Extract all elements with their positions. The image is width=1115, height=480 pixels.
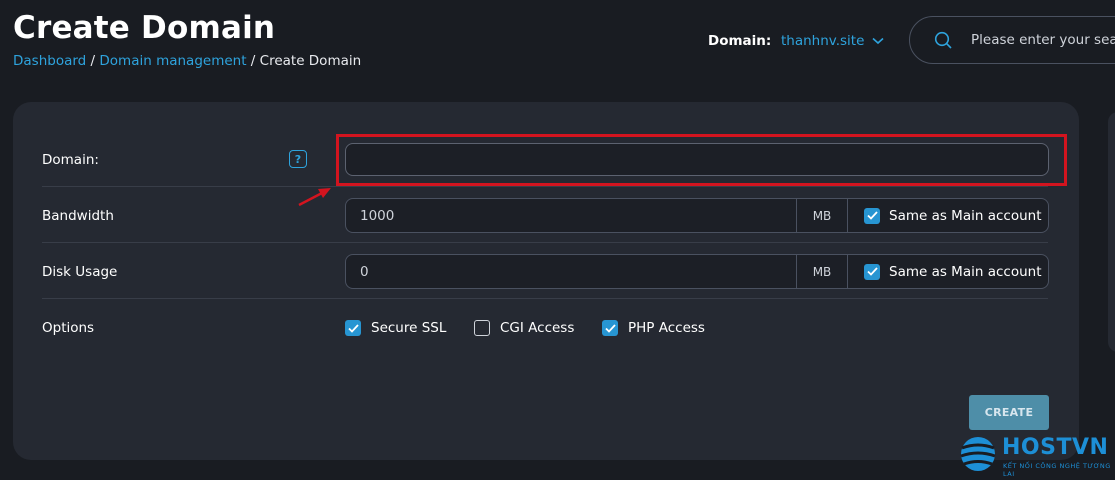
option-cgi-access[interactable]: CGI Access	[474, 320, 574, 336]
domain-label: Domain:	[42, 152, 99, 168]
breadcrumb-separator: /	[86, 53, 100, 69]
search-input[interactable]	[969, 31, 1115, 49]
secure-ssl-checkbox[interactable]	[345, 320, 361, 336]
breadcrumb-domain-management[interactable]: Domain management	[99, 53, 246, 69]
breadcrumb: Dashboard / Domain management / Create D…	[13, 53, 361, 69]
disk-same-checkbox[interactable]	[864, 263, 880, 280]
side-panel-edge	[1108, 112, 1115, 352]
breadcrumb-separator: /	[246, 53, 260, 69]
options-label: Options	[42, 320, 95, 336]
create-button[interactable]: CREATE	[969, 395, 1049, 430]
annotation-highlight-box	[336, 134, 1067, 186]
domain-selector-value: thanhnv.site	[781, 33, 865, 49]
bandwidth-same-checkbox[interactable]	[864, 207, 880, 224]
bandwidth-field: MB Same as Main account	[345, 198, 1049, 233]
domain-selector-label: Domain:	[708, 33, 772, 49]
option-secure-ssl[interactable]: Secure SSL	[345, 320, 446, 336]
disk-usage-unit: MB	[796, 255, 848, 288]
page-title: Create Domain	[13, 10, 276, 46]
disk-same-as-main[interactable]: Same as Main account	[848, 255, 1048, 288]
disk-same-label: Same as Main account	[889, 263, 1042, 280]
search-icon	[934, 30, 953, 50]
checkmark-icon	[604, 323, 616, 333]
bandwidth-input[interactable]	[346, 199, 796, 232]
checkmark-icon	[866, 211, 878, 220]
checkmark-icon	[866, 267, 878, 276]
checkmark-icon	[347, 323, 359, 333]
annotation-arrow-icon	[298, 188, 331, 207]
disk-usage-label: Disk Usage	[42, 264, 118, 280]
logo-name: HOSTVN	[1002, 435, 1109, 460]
bandwidth-same-as-main[interactable]: Same as Main account	[848, 199, 1048, 232]
breadcrumb-current: Create Domain	[259, 53, 362, 69]
help-icon[interactable]: ?	[289, 150, 307, 168]
php-access-checkbox[interactable]	[602, 320, 618, 336]
cgi-access-label: CGI Access	[500, 320, 575, 336]
cgi-access-checkbox[interactable]	[474, 320, 490, 336]
logo-tagline: KẾT NỐI CÔNG NGHỆ TƯƠNG LAI	[1003, 462, 1111, 478]
bandwidth-same-label: Same as Main account	[889, 207, 1042, 224]
chevron-down-icon	[872, 33, 884, 49]
disk-usage-field: MB Same as Main account	[345, 254, 1049, 289]
search-box[interactable]	[909, 16, 1115, 64]
bandwidth-label: Bandwidth	[42, 208, 114, 224]
disk-usage-input[interactable]	[346, 255, 796, 288]
secure-ssl-label: Secure SSL	[371, 320, 447, 336]
php-access-label: PHP Access	[628, 320, 705, 336]
option-php-access[interactable]: PHP Access	[602, 320, 705, 336]
domain-selector[interactable]: thanhnv.site	[781, 33, 884, 49]
bandwidth-unit: MB	[796, 199, 848, 232]
breadcrumb-dashboard[interactable]: Dashboard	[13, 53, 86, 69]
